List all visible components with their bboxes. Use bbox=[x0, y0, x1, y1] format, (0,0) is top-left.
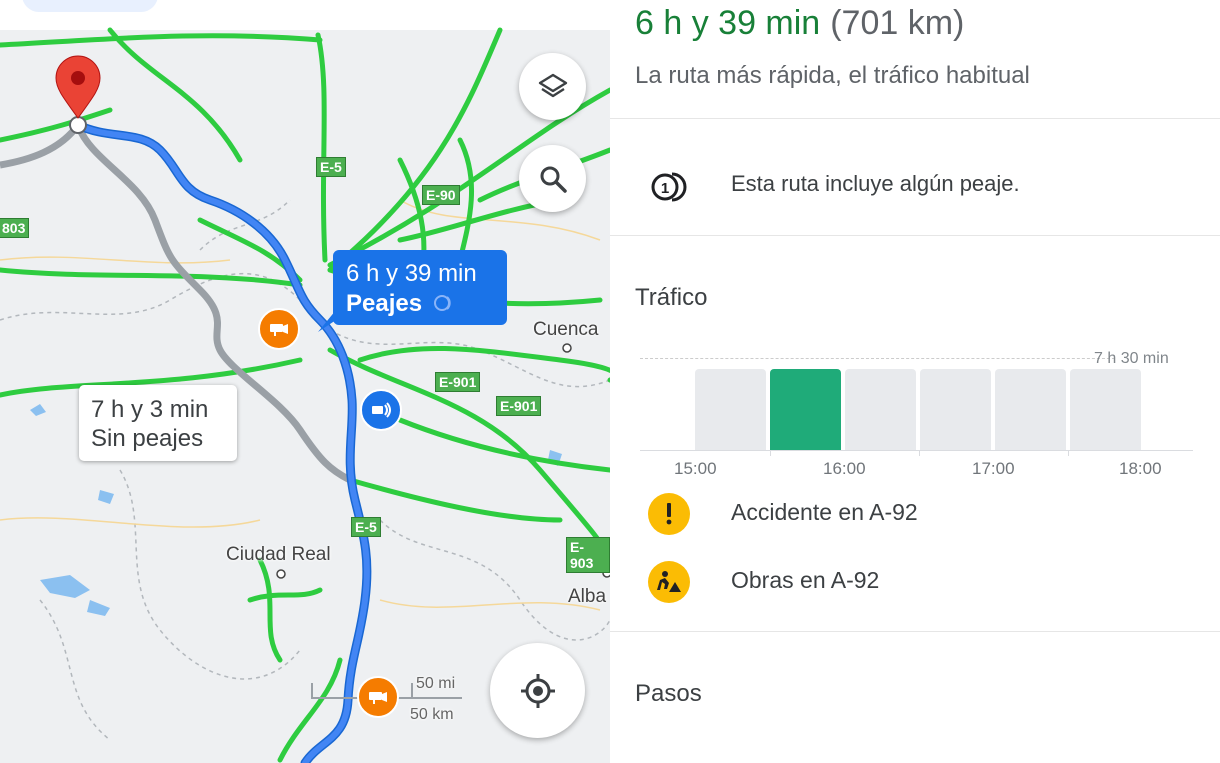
my-location-icon bbox=[520, 673, 555, 708]
divider bbox=[610, 118, 1220, 119]
incident-roadworks[interactable]: Obras en A-92 bbox=[731, 567, 879, 594]
traffic-bar[interactable] bbox=[995, 369, 1066, 450]
toll-icon: 1 bbox=[651, 172, 687, 202]
road-shield: E-903 bbox=[566, 537, 610, 573]
route-summary: 6 h y 39 min (701 km) bbox=[635, 4, 964, 43]
road-works-icon bbox=[648, 561, 690, 603]
alt-route-note: Sin peajes bbox=[91, 425, 204, 452]
alert-icon bbox=[648, 493, 690, 535]
callout-pointer bbox=[318, 310, 336, 332]
time-tick: 16:00 bbox=[823, 459, 866, 478]
max-label: 7 h 30 min bbox=[1094, 350, 1169, 367]
traffic-title: Tráfico bbox=[635, 284, 708, 311]
scale-miles: 50 mi bbox=[416, 675, 456, 692]
axis-tick bbox=[1068, 450, 1069, 456]
map-view[interactable]: E-5 E-90 E-901 E-901 E-5 E-903 803 Cuenc… bbox=[0, 0, 610, 763]
route-callout-primary[interactable]: 6 h y 39 min Peajes bbox=[333, 250, 507, 325]
scale-km: 50 km bbox=[410, 706, 454, 723]
road-shield: E-901 bbox=[435, 372, 481, 392]
traffic-bar[interactable] bbox=[920, 369, 991, 450]
road-shield: E-901 bbox=[496, 396, 542, 416]
road-shield: E-5 bbox=[351, 517, 381, 537]
road-shield: E-90 bbox=[422, 185, 460, 205]
divider bbox=[610, 235, 1220, 236]
max-guide-line bbox=[640, 358, 1115, 359]
city-dot-ciudad-real bbox=[276, 569, 286, 579]
chart-axis bbox=[640, 450, 1193, 451]
place-label-cuenca: Cuenca bbox=[533, 319, 599, 340]
steps-title[interactable]: Pasos bbox=[635, 680, 702, 708]
route-duration: 6 h y 39 min bbox=[346, 260, 477, 287]
axis-tick bbox=[919, 450, 920, 456]
divider bbox=[610, 631, 1220, 632]
top-search-pill[interactable] bbox=[22, 0, 158, 12]
my-location-button[interactable] bbox=[490, 643, 585, 738]
eta-duration: 6 h y 39 min bbox=[635, 4, 821, 42]
place-label-ciudad-real: Ciudad Real bbox=[226, 544, 331, 565]
route-distance: (701 km) bbox=[830, 4, 965, 42]
alt-route-duration: 7 h y 3 min bbox=[91, 396, 209, 423]
search-button[interactable] bbox=[519, 145, 586, 212]
route-toll-note: Peajes bbox=[346, 290, 423, 317]
layers-icon bbox=[538, 73, 567, 97]
axis-tick bbox=[770, 450, 771, 456]
road-shield: 803 bbox=[0, 218, 30, 238]
place-label-alba: Alba bbox=[568, 586, 607, 607]
time-tick: 17:00 bbox=[972, 459, 1015, 478]
speed-camera-icon[interactable] bbox=[258, 308, 300, 350]
road-shield: E-5 bbox=[316, 157, 346, 177]
traffic-bar[interactable] bbox=[695, 369, 766, 450]
speed-radar-icon[interactable] bbox=[360, 389, 402, 431]
incident-accident[interactable]: Accidente en A-92 bbox=[731, 499, 918, 526]
toll-icon bbox=[433, 295, 451, 311]
traffic-bar[interactable] bbox=[1070, 369, 1141, 450]
route-callout-alternative[interactable]: 7 h y 3 min Sin peajes bbox=[79, 385, 237, 461]
toll-notice: Esta ruta incluye algún peaje. bbox=[731, 171, 1020, 196]
search-icon bbox=[540, 166, 567, 193]
speed-camera-icon[interactable] bbox=[357, 676, 399, 718]
origin-dot bbox=[69, 116, 87, 134]
city-dot-cuenca bbox=[562, 343, 572, 353]
time-tick: 15:00 bbox=[674, 459, 717, 478]
traffic-bar[interactable] bbox=[770, 369, 841, 450]
traffic-bar[interactable] bbox=[845, 369, 916, 450]
time-tick: 18:00 bbox=[1119, 459, 1162, 478]
layers-button[interactable] bbox=[519, 53, 586, 120]
route-subtitle: La ruta más rápida, el tráfico habitual bbox=[635, 62, 1030, 89]
svg-text:1: 1 bbox=[661, 180, 669, 197]
route-details-panel: 6 h y 39 min (701 km) La ruta más rápida,… bbox=[610, 0, 1220, 763]
